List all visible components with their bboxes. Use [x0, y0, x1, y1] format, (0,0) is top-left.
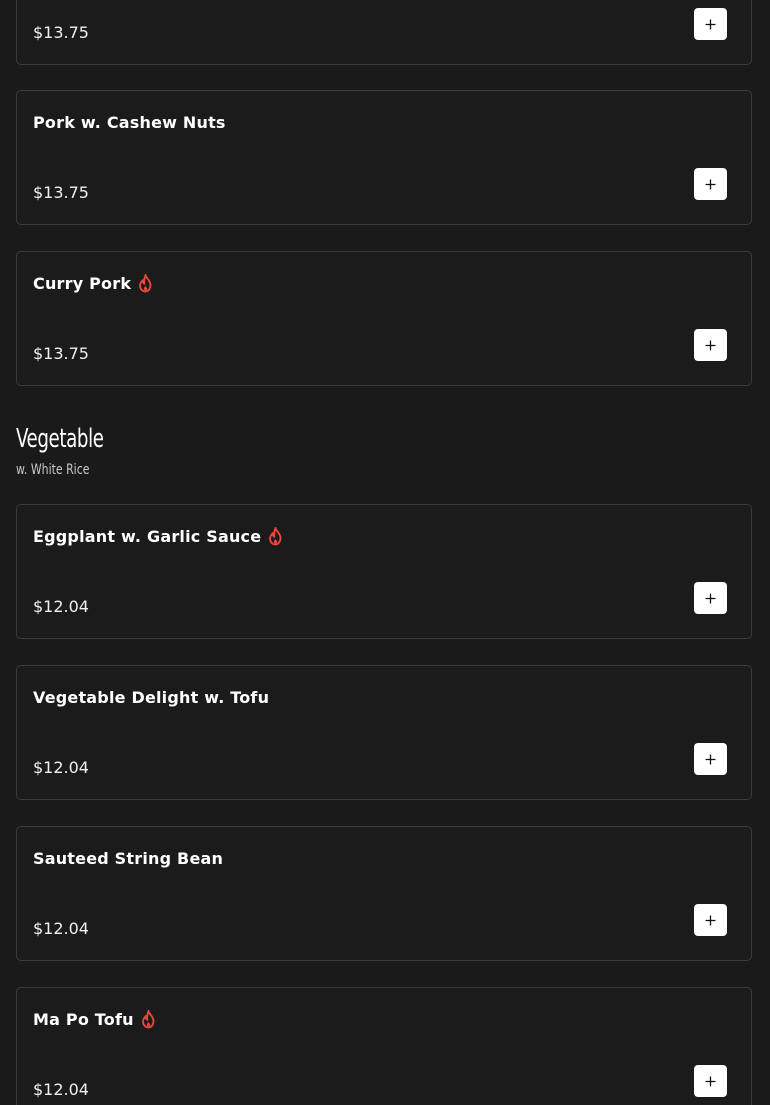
add-item-button[interactable] [694, 329, 727, 361]
item-name-text: Curry Pork [33, 274, 132, 293]
menu-item-card: Curry Pork $13.75 [16, 251, 752, 386]
menu-item-card: $13.75 [16, 0, 752, 65]
menu-item-card: Pork w. Cashew Nuts $13.75 [16, 90, 752, 225]
item-price: $13.75 [33, 23, 89, 42]
item-name-text: Vegetable Delight w. Tofu [33, 688, 270, 707]
fire-icon [269, 527, 282, 546]
item-name: Ma Po Tofu [33, 1010, 156, 1029]
add-item-button[interactable] [694, 168, 727, 200]
add-item-button[interactable] [694, 1065, 727, 1097]
plus-icon [705, 179, 716, 189]
item-price: $13.75 [33, 183, 89, 202]
add-item-button[interactable] [694, 582, 727, 614]
fire-icon [139, 274, 152, 293]
item-name: Curry Pork [33, 274, 153, 293]
menu-item-card: Vegetable Delight w. Tofu $12.04 [16, 665, 752, 800]
item-name-text: Ma Po Tofu [33, 1010, 134, 1029]
item-name-text: Pork w. Cashew Nuts [33, 113, 226, 132]
item-name: Vegetable Delight w. Tofu [33, 688, 269, 707]
item-price: $12.04 [33, 1080, 89, 1099]
menu-page: $13.75 Pork w. Cashew Nuts $13.75 Curry … [0, 0, 770, 1105]
plus-icon [705, 593, 716, 603]
plus-icon [705, 340, 716, 350]
section-title: Vegetable [16, 424, 104, 454]
plus-icon [705, 1076, 716, 1086]
fire-icon [141, 1010, 155, 1029]
menu-item-card: Ma Po Tofu $12.04 [16, 987, 752, 1105]
item-name: Pork w. Cashew Nuts [33, 113, 226, 132]
add-item-button[interactable] [694, 743, 727, 775]
item-price: $12.04 [33, 597, 89, 616]
item-name: Eggplant w. Garlic Sauce [33, 527, 283, 546]
item-name-text: Sauteed String Bean [33, 849, 224, 868]
add-item-button[interactable] [694, 8, 727, 40]
section-subtitle: w. White Rice [16, 462, 90, 478]
menu-item-card: Sauteed String Bean $12.04 [16, 826, 752, 961]
item-name: Sauteed String Bean [33, 849, 223, 868]
plus-icon [705, 915, 716, 925]
item-price: $13.75 [33, 344, 89, 363]
plus-icon [705, 754, 716, 764]
plus-icon [705, 19, 716, 29]
add-item-button[interactable] [694, 904, 727, 936]
menu-item-card: Eggplant w. Garlic Sauce $12.04 [16, 504, 752, 639]
item-price: $12.04 [33, 758, 89, 777]
item-price: $12.04 [33, 919, 89, 938]
item-name-text: Eggplant w. Garlic Sauce [33, 527, 262, 546]
